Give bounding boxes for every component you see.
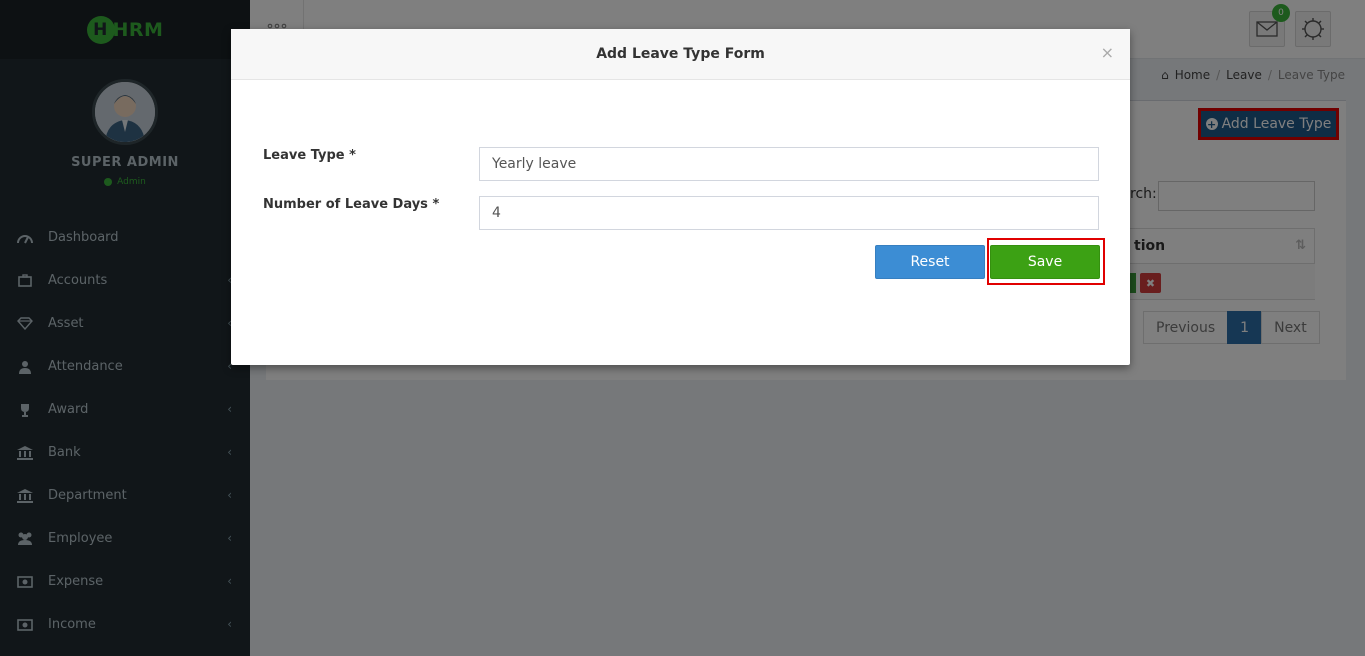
- add-leave-type-modal: Add Leave Type Form × Leave Type * Numbe…: [231, 29, 1130, 365]
- leave-type-label: Leave Type *: [263, 148, 356, 163]
- leave-days-label: Number of Leave Days *: [263, 197, 440, 212]
- save-button[interactable]: Save: [990, 245, 1100, 279]
- reset-button[interactable]: Reset: [875, 245, 985, 279]
- close-icon[interactable]: ×: [1101, 43, 1114, 62]
- leave-days-input[interactable]: [479, 196, 1099, 230]
- leave-type-input[interactable]: [479, 147, 1099, 181]
- modal-header: Add Leave Type Form ×: [231, 29, 1130, 80]
- modal-title: Add Leave Type Form: [596, 46, 765, 62]
